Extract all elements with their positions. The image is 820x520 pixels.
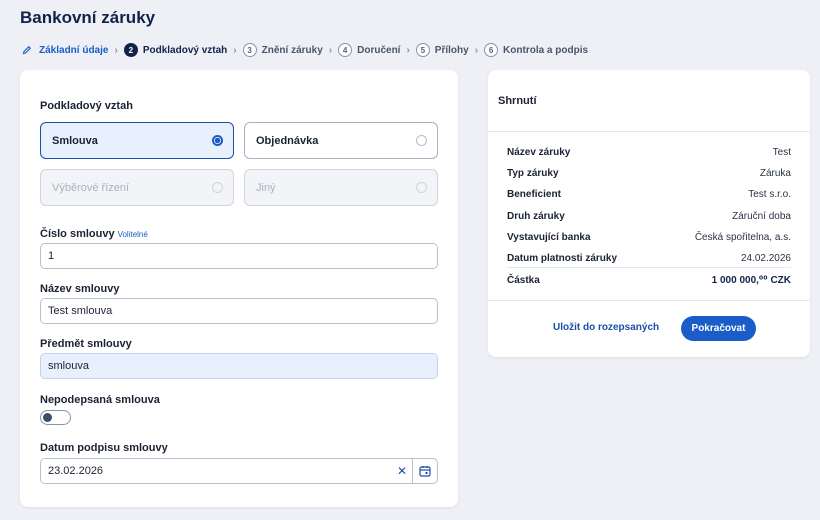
option-contract[interactable]: Smlouva: [40, 122, 234, 159]
radio-indicator: [416, 135, 427, 146]
clear-icon[interactable]: ✕: [392, 464, 412, 478]
summary-card: Shrnutí Název záruky Test Typ záruky Záruk…: [488, 70, 810, 357]
step-wording[interactable]: 3 Znění záruky: [242, 43, 323, 57]
step-label: Doručení: [357, 44, 401, 56]
relation-section-label: Podkladový vztah: [40, 100, 133, 112]
radio-indicator: [212, 135, 223, 146]
page-title: Bankovní záruky: [20, 8, 156, 27]
radio-indicator: [212, 182, 223, 193]
summary-row: Beneficient Test s.r.o.: [507, 188, 791, 200]
calendar-icon[interactable]: [412, 459, 437, 483]
contract-number-label: Číslo smlouvy Volitelné: [40, 228, 148, 240]
contract-subject-label: Předmět smlouvy: [40, 338, 132, 350]
sign-date-field: 23.02.2026 ✕: [40, 458, 438, 484]
unsigned-contract-label: Nepodepsaná smlouva: [40, 394, 160, 406]
divider: [488, 131, 810, 132]
step-number: 3: [242, 43, 257, 57]
summary-row: Datum platnosti záruky 24.02.2026: [507, 252, 791, 264]
chevron-right-icon: ›: [114, 44, 118, 56]
option-label: Výběrové řízení: [52, 181, 130, 194]
divider: [488, 300, 810, 301]
option-tender: Výběrové řízení: [40, 169, 234, 206]
step-basic-info[interactable]: Základní údaje: [20, 43, 108, 57]
contract-name-label: Název smlouvy: [40, 283, 120, 295]
option-order[interactable]: Objednávka: [244, 122, 438, 159]
option-label: Smlouva: [52, 134, 98, 147]
option-other: Jiný: [244, 169, 438, 206]
step-label: Podkladový vztah: [142, 44, 228, 56]
unsigned-contract-toggle[interactable]: [40, 410, 71, 425]
divider: [507, 267, 791, 268]
summary-row: Typ záruky Záruka: [507, 167, 791, 179]
step-label: Kontrola a podpis: [503, 44, 589, 56]
optional-badge: Volitelné: [117, 230, 148, 239]
chevron-right-icon: ›: [406, 44, 410, 56]
stepper: Základní údaje › 2 Podkladový vztah › 3 …: [20, 42, 588, 58]
step-number: 5: [415, 43, 430, 57]
contract-number-input[interactable]: 1: [40, 243, 438, 269]
continue-button[interactable]: Pokračovat: [681, 316, 756, 341]
step-relation[interactable]: 2 Podkladový vztah: [123, 43, 228, 57]
step-attachments[interactable]: 5 Přílohy: [415, 43, 469, 57]
pencil-icon: [20, 43, 34, 57]
chevron-right-icon: ›: [328, 44, 333, 56]
summary-total-row: Částka 1 000 000,⁰⁰ CZK: [507, 274, 791, 286]
chevron-right-icon: ›: [233, 44, 237, 56]
contract-name-input[interactable]: Test smlouva: [40, 298, 438, 324]
step-delivery[interactable]: 4 Doručení: [338, 43, 400, 57]
total-amount: 1 000 000,⁰⁰ CZK: [711, 274, 791, 286]
step-label: Znění záruky: [261, 44, 323, 56]
step-number: 6: [484, 43, 499, 57]
step-number: 2: [123, 43, 138, 57]
step-review-sign[interactable]: 6 Kontrola a podpis: [484, 43, 588, 57]
step-label: Přílohy: [434, 44, 469, 56]
option-label: Objednávka: [256, 134, 319, 147]
option-label: Jiný: [256, 181, 276, 194]
step-number: 4: [338, 43, 353, 57]
save-draft-button[interactable]: Uložit do rozepsaných: [553, 322, 659, 333]
summary-row: Druh záruky Záruční doba: [507, 210, 791, 222]
relation-form-card: Podkladový vztah Smlouva Objednávka Výbě…: [20, 70, 458, 507]
summary-title: Shrnutí: [498, 95, 537, 107]
sign-date-input[interactable]: 23.02.2026: [41, 465, 392, 477]
summary-row: Vystavující banka Česká spořitelna, a.s.: [507, 231, 791, 243]
step-label: Základní údaje: [39, 44, 109, 56]
toggle-knob: [43, 413, 52, 422]
chevron-right-icon: ›: [474, 44, 479, 56]
radio-indicator: [416, 182, 427, 193]
summary-row: Název záruky Test: [507, 146, 791, 158]
contract-subject-input[interactable]: smlouva: [40, 353, 438, 379]
sign-date-label: Datum podpisu smlouvy: [40, 442, 168, 454]
